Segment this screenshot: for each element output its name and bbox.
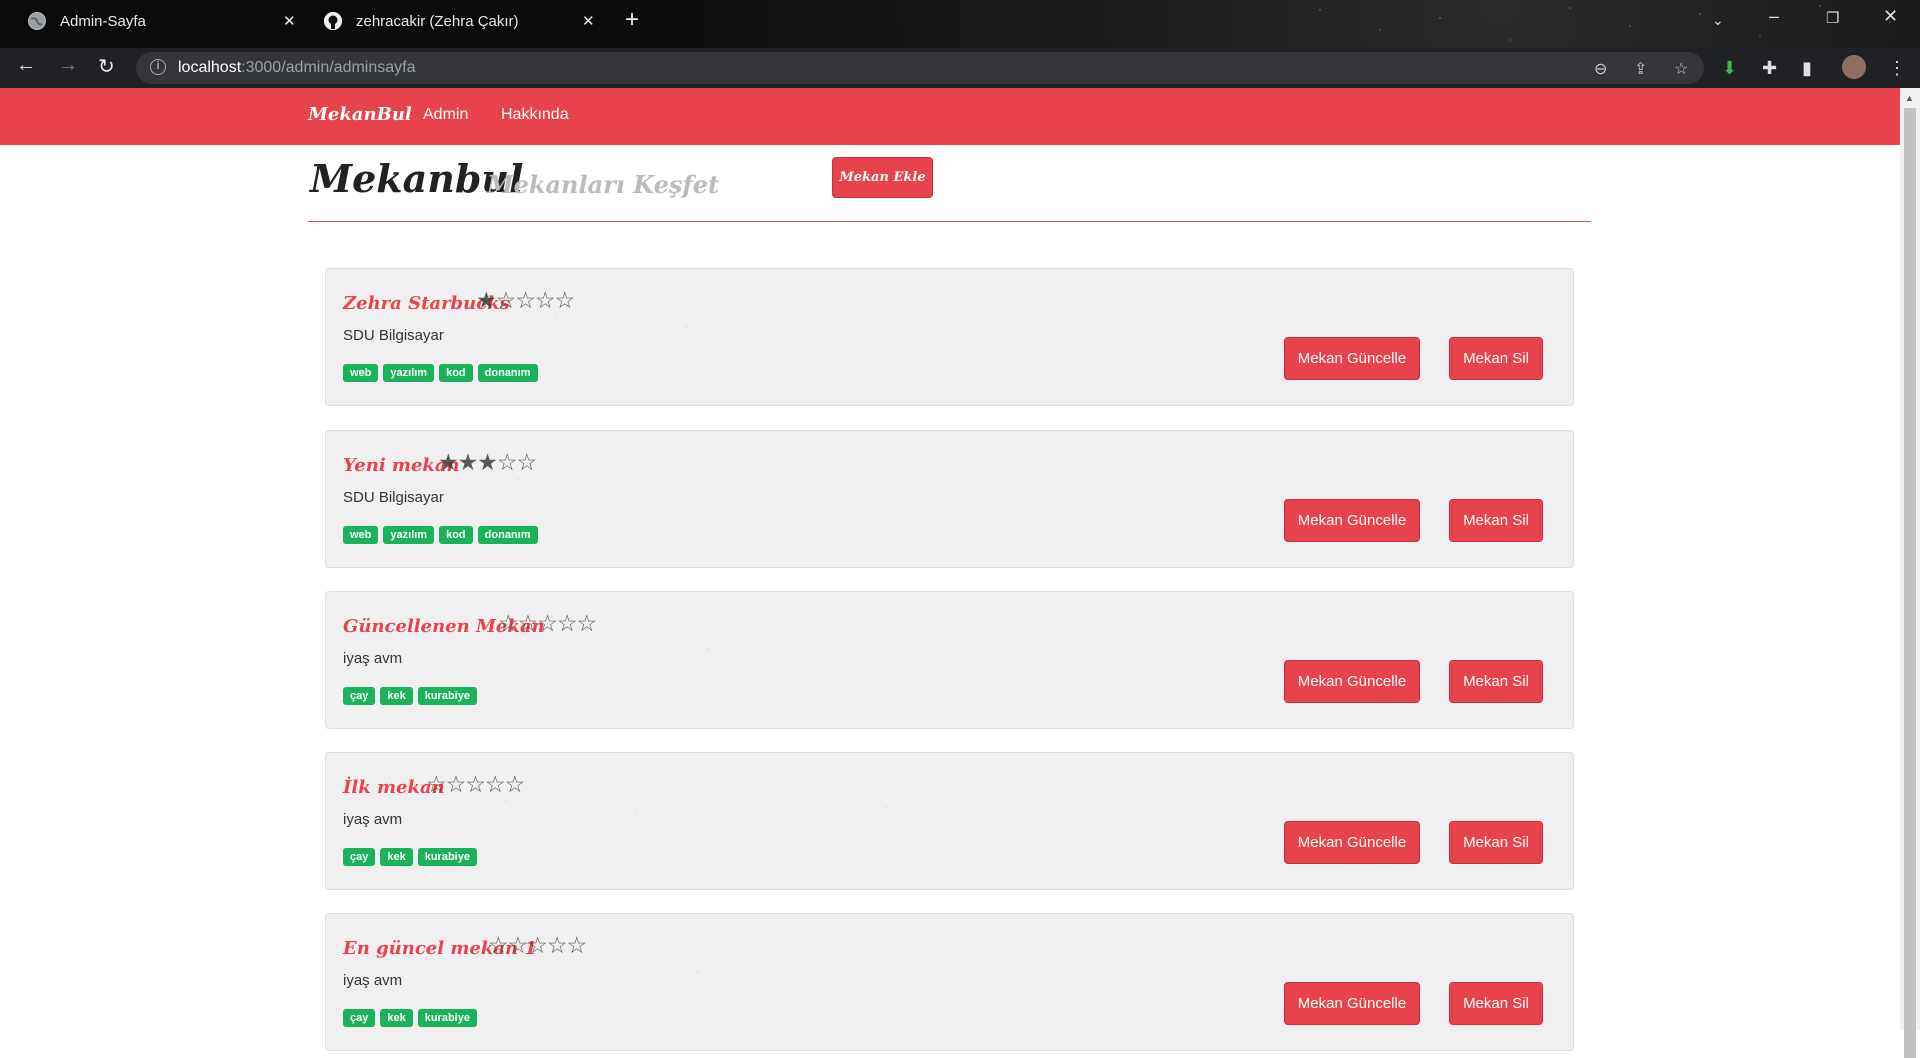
tab-title: zehracakir (Zehra Çakır) [356, 12, 519, 30]
tag: çay [343, 1009, 376, 1027]
side-panel-icon[interactable]: ▮ [1802, 58, 1812, 79]
window-close-icon[interactable]: ✕ [1883, 6, 1898, 27]
zoom-icon[interactable]: ⊖ [1594, 59, 1607, 79]
tag: çay [343, 848, 376, 866]
tag: web [343, 364, 379, 382]
venue-address: SDU Bilgisayar [343, 489, 444, 506]
site-info-icon[interactable]: i [150, 59, 166, 75]
delete-venue-button[interactable]: Mekan Sil [1449, 982, 1543, 1025]
tag-list: çay kek kurabiye [343, 848, 477, 866]
rating-stars: ☆☆☆☆☆ [426, 771, 1046, 819]
tag-list: çay kek kurabiye [343, 687, 477, 705]
venue-address: iyaş avm [343, 972, 403, 989]
forward-icon[interactable]: → [58, 54, 78, 77]
update-venue-button[interactable]: Mekan Güncelle [1284, 660, 1420, 703]
browser-tab-bar: Admin-Sayfa ✕ zehracakir (Zehra Çakır) ✕… [0, 0, 1920, 48]
scrollbar[interactable]: ▲ [1900, 88, 1920, 1058]
tag: donanım [477, 364, 538, 382]
delete-venue-button[interactable]: Mekan Sil [1449, 821, 1543, 864]
tag: yazılım [383, 364, 435, 382]
venue-address: iyaş avm [343, 650, 403, 667]
tag-list: web yazılım kod donanım [343, 526, 538, 544]
github-icon [324, 12, 342, 30]
tag: kurabiye [417, 1009, 477, 1027]
header-divider [308, 221, 1591, 222]
tag: çay [343, 687, 376, 705]
tag: kod [439, 364, 473, 382]
tag: donanım [477, 526, 538, 544]
scrollbar-thumb[interactable] [1904, 108, 1916, 1058]
tag: yazılım [383, 526, 435, 544]
update-venue-button[interactable]: Mekan Güncelle [1284, 499, 1420, 542]
venue-address: iyaş avm [343, 811, 403, 828]
back-icon[interactable]: ← [16, 54, 36, 77]
extension-download-icon[interactable]: ⬇ [1722, 58, 1737, 79]
rating-stars: ★☆☆☆☆ [476, 287, 1096, 335]
rating-stars: ☆☆☆☆☆ [498, 610, 1118, 658]
update-venue-button[interactable]: Mekan Güncelle [1284, 337, 1420, 380]
browser-toolbar: ← → ↻ i localhost:3000/admin/adminsayfa … [0, 48, 1920, 88]
update-venue-button[interactable]: Mekan Güncelle [1284, 982, 1420, 1025]
delete-venue-button[interactable]: Mekan Sil [1449, 499, 1543, 542]
tab-close-icon[interactable]: ✕ [582, 0, 595, 42]
delete-venue-button[interactable]: Mekan Sil [1449, 337, 1543, 380]
nav-link-hakkinda[interactable]: Hakkında [501, 106, 569, 124]
tag: web [343, 526, 379, 544]
url-text: localhost:3000/admin/adminsayfa [178, 59, 416, 76]
page-subtitle: Mekanları Keşfet [487, 170, 720, 199]
tag: kek [380, 687, 413, 705]
scroll-up-icon[interactable]: ▲ [1905, 93, 1914, 103]
address-bar[interactable]: i localhost:3000/admin/adminsayfa ⊖ ⇪ ☆ [136, 52, 1704, 84]
chevron-down-icon[interactable]: ⌄ [1712, 12, 1724, 29]
menu-dots-icon[interactable]: ⋮ [1888, 58, 1906, 79]
rating-stars: ★★★☆☆ [438, 449, 1058, 497]
venue-card: Yeni mekan ★★★☆☆ SDU Bilgisayar web yazı… [325, 430, 1574, 568]
site-navbar: MekanBul Admin Hakkında [0, 88, 1900, 145]
venue-card: En güncel mekan 1 ☆☆☆☆☆ iyaş avm çay kek… [325, 913, 1574, 1051]
tag-list: web yazılım kod donanım [343, 364, 538, 382]
tab-title: Admin-Sayfa [60, 12, 146, 30]
venue-address: SDU Bilgisayar [343, 327, 444, 344]
tag: kek [380, 848, 413, 866]
tab-admin-sayfa[interactable]: Admin-Sayfa [28, 0, 146, 42]
puzzle-icon[interactable]: ✚ [1762, 58, 1777, 79]
tab-github[interactable]: zehracakir (Zehra Çakır) [324, 0, 519, 42]
tab-close-icon[interactable]: ✕ [283, 0, 296, 42]
delete-venue-button[interactable]: Mekan Sil [1449, 660, 1543, 703]
tag: kod [439, 526, 473, 544]
reload-icon[interactable]: ↻ [98, 54, 115, 79]
restore-icon[interactable]: ❐ [1826, 9, 1839, 27]
tag: kek [380, 1009, 413, 1027]
new-tab-icon[interactable]: + [625, 6, 639, 34]
rating-stars: ☆☆☆☆☆ [488, 932, 1108, 980]
avatar[interactable] [1842, 55, 1866, 79]
share-icon[interactable]: ⇪ [1634, 59, 1647, 79]
tag-list: çay kek kurabiye [343, 1009, 477, 1027]
nav-link-admin[interactable]: Admin [423, 106, 468, 124]
tag: kurabiye [417, 687, 477, 705]
brand-logo[interactable]: MekanBul [308, 104, 412, 125]
bookmark-star-icon[interactable]: ☆ [1674, 59, 1688, 79]
add-venue-button[interactable]: Mekan Ekle [832, 157, 933, 198]
tag: kurabiye [417, 848, 477, 866]
update-venue-button[interactable]: Mekan Güncelle [1284, 821, 1420, 864]
globe-icon [28, 12, 46, 30]
venue-card: İlk mekan ☆☆☆☆☆ iyaş avm çay kek kurabiy… [325, 752, 1574, 890]
venue-card: Güncellenen Mekan ☆☆☆☆☆ iyaş avm çay kek… [325, 591, 1574, 729]
minimize-icon[interactable]: – [1769, 6, 1779, 27]
venue-card: Zehra Starbucks ★☆☆☆☆ SDU Bilgisayar web… [325, 268, 1574, 406]
